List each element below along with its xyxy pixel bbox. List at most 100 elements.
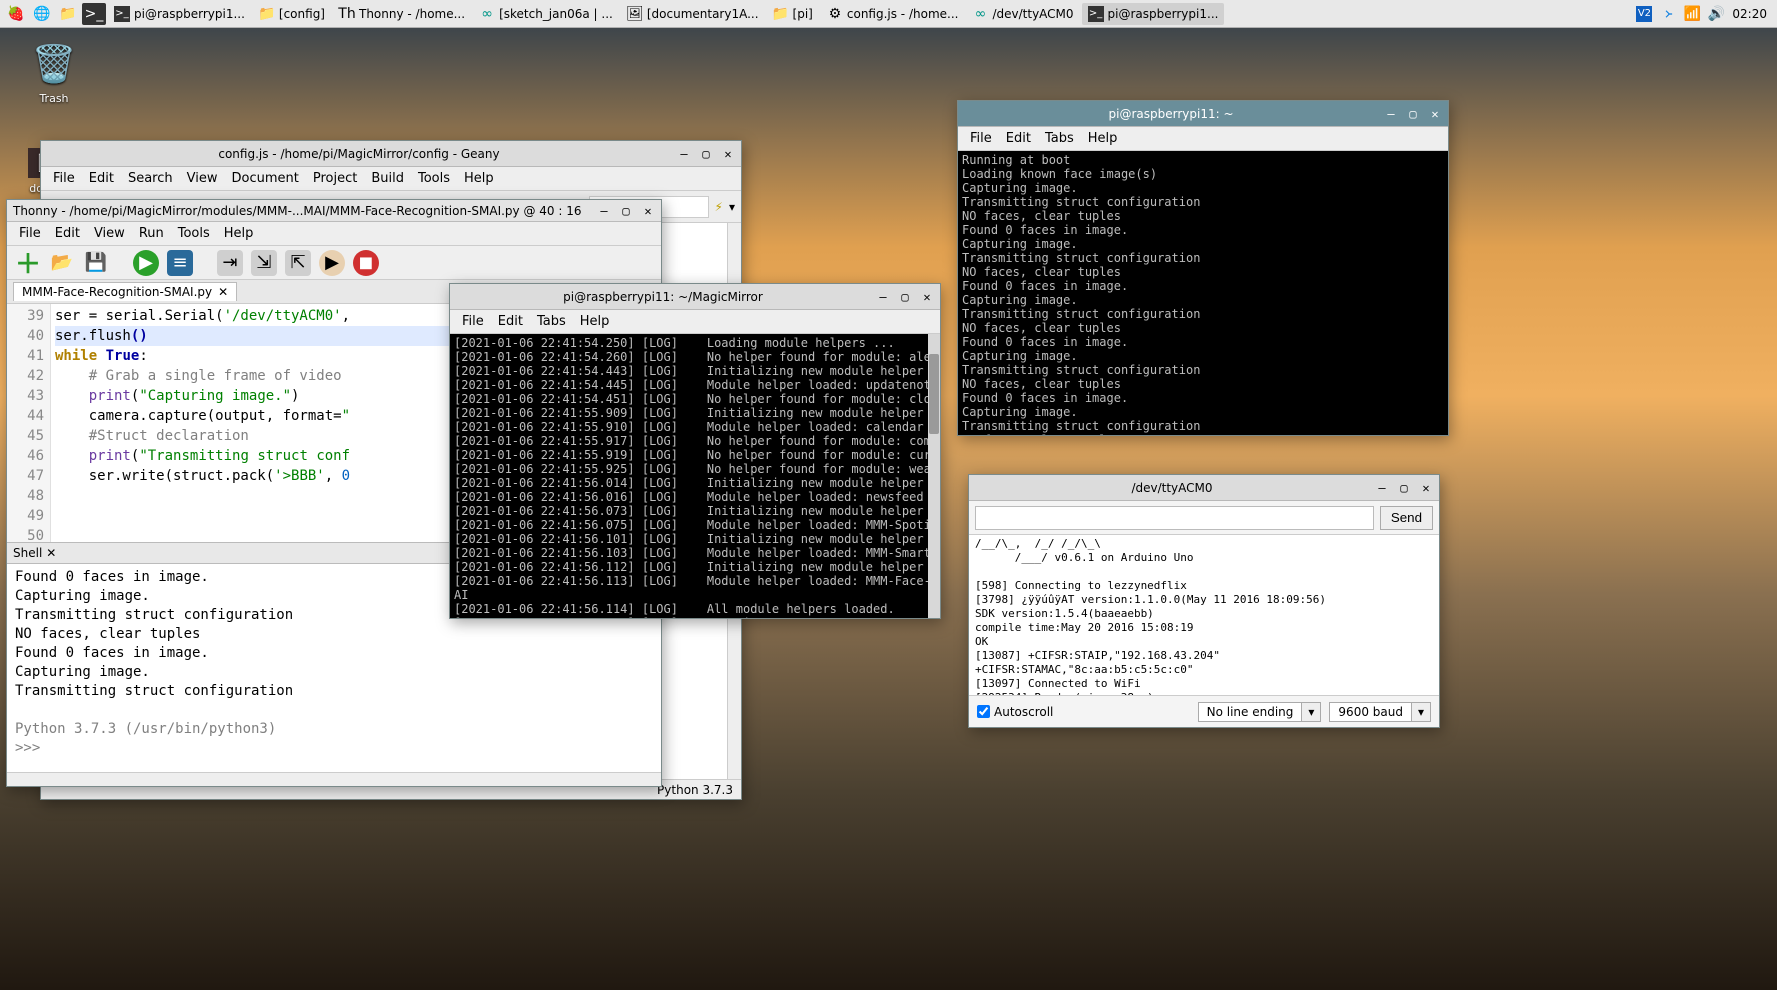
- terminal-1-titlebar[interactable]: pi@raspberrypi11: ~/MagicMirror – ▢ ✕: [450, 284, 940, 310]
- new-file-icon[interactable]: ＋: [15, 250, 41, 276]
- serial-titlebar[interactable]: /dev/ttyACM0 – ▢ ✕: [969, 475, 1439, 501]
- minimize-button[interactable]: –: [876, 290, 890, 304]
- taskbar-item-pi-folder[interactable]: 📁 [pi]: [767, 3, 819, 25]
- trash-icon[interactable]: 🗑️ Trash: [18, 40, 90, 105]
- geany-menubar: File Edit Search View Document Project B…: [41, 167, 741, 191]
- serial-send-button[interactable]: Send: [1380, 506, 1433, 530]
- step-into-icon[interactable]: ⇲: [251, 250, 277, 276]
- serial-body[interactable]: /__/\_, /_/ /_/\_\ /___/ v0.6.1 on Ardui…: [969, 535, 1439, 695]
- maximize-button[interactable]: ▢: [898, 290, 912, 304]
- volume-icon[interactable]: 🔊: [1708, 6, 1724, 22]
- terminal-launcher-icon[interactable]: >_: [82, 3, 106, 25]
- vnc-icon[interactable]: V2: [1636, 6, 1652, 22]
- debug-icon[interactable]: ≡: [167, 250, 193, 276]
- autoscroll-check-icon[interactable]: [977, 705, 990, 718]
- run-icon[interactable]: ▶: [133, 250, 159, 276]
- serial-title: /dev/ttyACM0: [975, 481, 1369, 495]
- menu-file[interactable]: File: [13, 224, 47, 243]
- menu-help[interactable]: Help: [458, 169, 500, 188]
- taskbar-item-terminal-1[interactable]: >_ pi@raspberrypi1...: [108, 3, 251, 25]
- dropdown-icon[interactable]: ▾: [729, 200, 735, 214]
- step-over-icon[interactable]: ⇥: [217, 250, 243, 276]
- serial-line-ending-select[interactable]: No line ending ▾: [1198, 702, 1322, 722]
- close-button[interactable]: ✕: [920, 290, 934, 304]
- start-menu-icon[interactable]: 🍓: [4, 3, 28, 25]
- taskbar-item-thonny[interactable]: Th Thonny - /home...: [333, 3, 471, 25]
- menu-file[interactable]: File: [964, 129, 998, 148]
- menu-document[interactable]: Document: [225, 169, 304, 188]
- close-button[interactable]: ✕: [1428, 107, 1442, 121]
- menu-build[interactable]: Build: [365, 169, 410, 188]
- terminal-home-window[interactable]: pi@raspberrypi11: ~ – ▢ ✕ File Edit Tabs…: [957, 100, 1449, 436]
- step-out-icon[interactable]: ⇱: [285, 250, 311, 276]
- menu-file[interactable]: File: [47, 169, 81, 188]
- taskbar-item-arduino-sketch[interactable]: ∞ [sketch_jan06a | ...: [473, 3, 619, 25]
- menu-help[interactable]: Help: [1082, 129, 1124, 148]
- menu-project[interactable]: Project: [307, 169, 363, 188]
- terminal-1-scrollbar[interactable]: [928, 334, 940, 618]
- file-manager-icon[interactable]: 📁: [56, 3, 80, 25]
- thonny-titlebar[interactable]: Thonny - /home/pi/MagicMirror/modules/MM…: [7, 200, 661, 222]
- close-button[interactable]: ✕: [721, 147, 735, 161]
- editor-tab-mmm-face[interactable]: MMM-Face-Recognition-SMAI.py ✕: [13, 282, 237, 301]
- browser-icon[interactable]: 🌐: [30, 3, 54, 25]
- minimize-button[interactable]: –: [597, 204, 611, 218]
- menu-search[interactable]: Search: [122, 169, 179, 188]
- menu-tools[interactable]: Tools: [172, 224, 216, 243]
- serial-autoscroll-checkbox[interactable]: Autoscroll: [977, 705, 1053, 719]
- terminal-magicmirror-window[interactable]: pi@raspberrypi11: ~/MagicMirror – ▢ ✕ Fi…: [449, 283, 941, 619]
- stop-icon[interactable]: ◼: [353, 250, 379, 276]
- terminal-2-body[interactable]: Running at boot Loading known face image…: [958, 151, 1448, 435]
- close-tab-icon[interactable]: ✕: [218, 285, 228, 299]
- maximize-button[interactable]: ▢: [699, 147, 713, 161]
- editor-tab-label: MMM-Face-Recognition-SMAI.py: [22, 285, 212, 299]
- taskbar-item-serial-monitor[interactable]: ∞ /dev/ttyACM0: [966, 3, 1079, 25]
- menu-help[interactable]: Help: [574, 312, 616, 331]
- save-file-icon[interactable]: 💾: [83, 250, 109, 276]
- menu-run[interactable]: Run: [133, 224, 170, 243]
- terminal-2-titlebar[interactable]: pi@raspberrypi11: ~ – ▢ ✕: [958, 101, 1448, 127]
- close-button[interactable]: ✕: [641, 204, 655, 218]
- maximize-button[interactable]: ▢: [1397, 481, 1411, 495]
- maximize-button[interactable]: ▢: [619, 204, 633, 218]
- serial-baud-select[interactable]: 9600 baud ▾: [1329, 702, 1431, 722]
- menu-view[interactable]: View: [88, 224, 131, 243]
- close-button[interactable]: ✕: [1419, 481, 1433, 495]
- menu-edit[interactable]: Edit: [1000, 129, 1037, 148]
- taskbar-item-label: [pi]: [793, 7, 813, 21]
- taskbar-item-geany[interactable]: ⚙ config.js - /home...: [821, 3, 965, 25]
- maximize-button[interactable]: ▢: [1406, 107, 1420, 121]
- thonny-icon: Th: [339, 6, 355, 22]
- close-tab-icon[interactable]: ✕: [46, 546, 56, 560]
- taskbar-item-terminal-2[interactable]: >_ pi@raspberrypi1...: [1082, 3, 1225, 25]
- open-file-icon[interactable]: 📂: [49, 250, 75, 276]
- taskbar-item-label: config.js - /home...: [847, 7, 959, 21]
- menu-tools[interactable]: Tools: [412, 169, 456, 188]
- menu-tabs[interactable]: Tabs: [1039, 129, 1080, 148]
- serial-footer: Autoscroll No line ending ▾ 9600 baud ▾: [969, 695, 1439, 727]
- geany-titlebar[interactable]: config.js - /home/pi/MagicMirror/config …: [41, 141, 741, 167]
- clock[interactable]: 02:20: [1732, 7, 1767, 21]
- menu-tabs[interactable]: Tabs: [531, 312, 572, 331]
- lightning-icon[interactable]: ⚡: [715, 200, 723, 214]
- minimize-button[interactable]: –: [1375, 481, 1389, 495]
- menu-view[interactable]: View: [181, 169, 224, 188]
- minimize-button[interactable]: –: [677, 147, 691, 161]
- menu-file[interactable]: File: [456, 312, 490, 331]
- taskbar-item-config-folder[interactable]: 📁 [config]: [253, 3, 331, 25]
- minimize-button[interactable]: –: [1384, 107, 1398, 121]
- menu-edit[interactable]: Edit: [83, 169, 120, 188]
- serial-input[interactable]: [975, 506, 1374, 530]
- menu-edit[interactable]: Edit: [492, 312, 529, 331]
- terminal-1-body[interactable]: [2021-01-06 22:41:54.250] [LOG] Loading …: [450, 334, 940, 618]
- menu-help[interactable]: Help: [218, 224, 260, 243]
- bluetooth-icon[interactable]: ᚛: [1660, 6, 1676, 22]
- resume-icon[interactable]: ▶: [319, 250, 345, 276]
- chevron-down-icon[interactable]: ▾: [1301, 703, 1320, 721]
- taskbar-item-image[interactable]: 🖼 [documentary1A...: [621, 3, 765, 25]
- chevron-down-icon[interactable]: ▾: [1411, 703, 1430, 721]
- arduino-serial-monitor-window[interactable]: /dev/ttyACM0 – ▢ ✕ Send /__/\_, /_/ /_/\…: [968, 474, 1440, 728]
- wifi-icon[interactable]: 📶: [1684, 6, 1700, 22]
- menu-edit[interactable]: Edit: [49, 224, 86, 243]
- thonny-hscrollbar[interactable]: [7, 772, 661, 786]
